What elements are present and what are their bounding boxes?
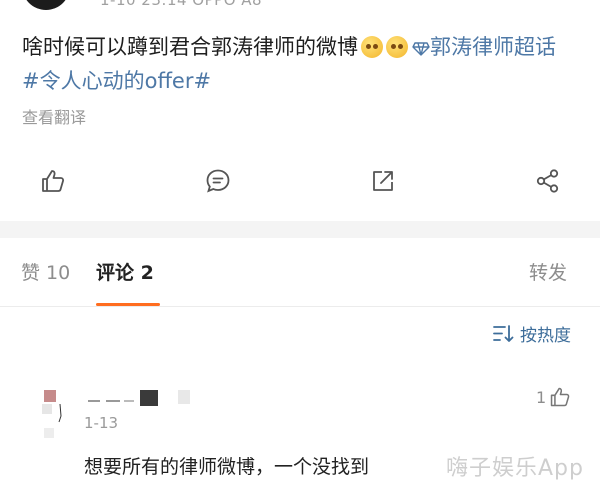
tab-reposts[interactable]: 转发 xyxy=(529,258,567,285)
post-text-body: 啥时候可以蹲到君合郭涛律师的微博 xyxy=(22,35,358,59)
comment-date: 1-13 xyxy=(84,414,119,432)
share-icon xyxy=(536,169,559,193)
hashtag-link[interactable]: #令人心动的offer# xyxy=(22,69,211,93)
comment-like-button[interactable]: 1 xyxy=(536,386,571,408)
watermark: 嗨子娱乐App xyxy=(446,456,584,481)
emoji-icon xyxy=(386,36,408,58)
like-icon xyxy=(550,387,570,407)
commenter-name-redacted[interactable] xyxy=(88,388,198,406)
post-meta: 1-10 23:14 OPPO A8 xyxy=(100,0,263,9)
repost-icon xyxy=(373,171,393,191)
sort-icon xyxy=(493,324,514,342)
like-icon xyxy=(42,170,65,192)
commenter-avatar[interactable] xyxy=(38,388,62,444)
like-button[interactable] xyxy=(38,166,68,196)
comment-icon xyxy=(206,169,230,193)
comment-like-count: 1 xyxy=(536,387,547,407)
translate-link[interactable]: 查看翻译 xyxy=(22,104,86,128)
repost-button[interactable] xyxy=(368,166,398,196)
share-button[interactable] xyxy=(533,166,563,196)
comment-button[interactable] xyxy=(203,166,233,196)
tabs-divider xyxy=(0,306,600,307)
sort-button[interactable]: 按热度 xyxy=(492,321,571,346)
tab-comments[interactable]: 评论 2 xyxy=(96,258,154,285)
section-divider xyxy=(0,221,600,238)
author-avatar[interactable] xyxy=(22,0,70,10)
tab-likes[interactable]: 赞 10 xyxy=(21,258,70,285)
comment-text: 想要所有的律师微博，一个没找到 xyxy=(84,456,370,478)
super-topic-link[interactable]: 郭涛律师超话 xyxy=(430,35,556,59)
diamond-icon xyxy=(412,33,430,65)
emoji-icon xyxy=(361,36,383,58)
sort-label: 按热度 xyxy=(520,326,571,346)
post-text: 啥时候可以蹲到君合郭涛律师的微博 郭涛律师超话 #令人心动的offer# xyxy=(22,31,582,97)
